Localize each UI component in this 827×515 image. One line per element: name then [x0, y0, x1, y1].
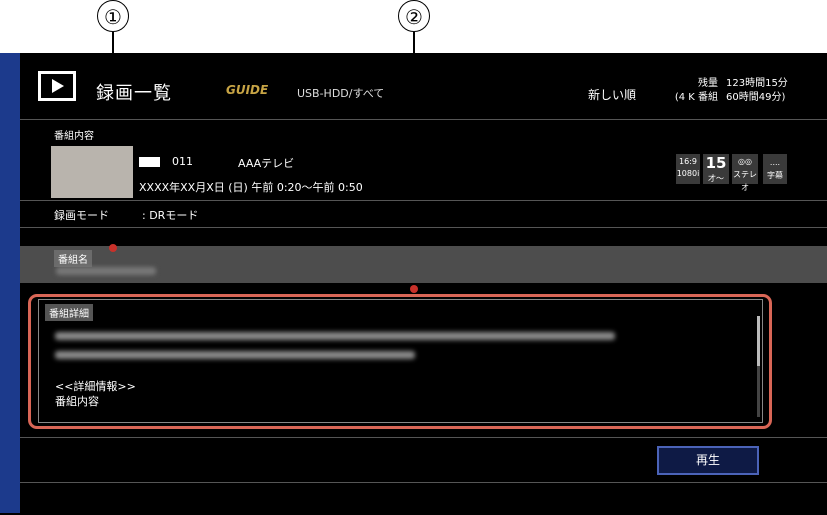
- badge-text: ◎◎: [738, 157, 752, 166]
- program-detail-box[interactable]: 番組詳細 <<詳細情報>> 番組内容: [28, 294, 772, 429]
- side-stripe: [0, 53, 20, 513]
- channel-number: 011: [172, 155, 193, 168]
- badge-text: ステレオ: [733, 170, 757, 192]
- rec-mode-label: 録画モード: [54, 209, 109, 222]
- badge-text: 字幕: [767, 171, 783, 180]
- program-name-label: 番組名: [54, 250, 92, 267]
- remain-label-4k: (4 K 番組: [674, 92, 718, 103]
- detail-blurred-text: [55, 332, 615, 340]
- program-name-blurred: [56, 267, 156, 275]
- remain-label: 残量: [698, 78, 718, 89]
- rec-mode-value: : DRモード: [142, 209, 199, 222]
- divider: [20, 227, 827, 228]
- divider: [20, 482, 827, 483]
- gguide-logo: GUIDE: [226, 83, 269, 97]
- callout-2: ②: [398, 0, 430, 32]
- channel-name: AAAテレビ: [238, 157, 295, 170]
- divider: [20, 200, 827, 201]
- page-title: 録画一覧: [96, 83, 172, 104]
- badge-text: 16:9: [679, 157, 697, 166]
- header: 録画一覧 GUIDE USB-HDD/すべて 新しい順 残量 (4 K 番組 1…: [20, 53, 827, 119]
- remain-labels: 残量 (4 K 番組: [656, 77, 718, 105]
- callout-1: ①: [97, 0, 129, 32]
- program-detail-label: 番組詳細: [45, 304, 93, 321]
- stereo-icon: ◎◎ ステレオ: [732, 154, 758, 192]
- aspect-resolution-icon: 16:9 1080i: [676, 154, 700, 184]
- airtime: XXXX年XX月X日 (日) 午前 0:20〜午前 0:50: [139, 181, 363, 194]
- remain-value-4k: 60時間49分): [726, 92, 786, 103]
- callout-1-dot: [109, 244, 117, 252]
- channel-logo: [139, 157, 160, 167]
- callout-2-dot: [410, 285, 418, 293]
- detail-heading: <<詳細情報>>: [55, 380, 136, 393]
- play-icon: [38, 71, 76, 101]
- badge-text: 15: [705, 154, 727, 172]
- subtitle-icon: .... 字幕: [763, 154, 787, 184]
- program-thumbnail: [51, 146, 133, 198]
- remain-values: 123時間15分 60時間49分): [726, 77, 788, 105]
- badge-text: ....: [769, 158, 781, 167]
- detail-item: 番組内容: [55, 395, 99, 408]
- detail-scrollbar-thumb[interactable]: [757, 316, 760, 366]
- divider: [20, 437, 827, 438]
- program-detail-panel: 番組詳細 <<詳細情報>> 番組内容: [38, 299, 763, 423]
- play-button[interactable]: 再生: [657, 446, 759, 475]
- source-filter: USB-HDD/すべて: [297, 87, 385, 100]
- divider: [20, 119, 827, 120]
- sort-order: 新しい順: [588, 88, 637, 102]
- detail-blurred-text: [55, 351, 415, 359]
- tv-screen: 録画一覧 GUIDE USB-HDD/すべて 新しい順 残量 (4 K 番組 1…: [0, 53, 827, 515]
- program-info-label: 番組内容: [54, 131, 94, 142]
- badge-text: 才〜: [708, 174, 724, 183]
- age-rating-icon: 15 才〜: [703, 154, 729, 184]
- badge-text: 1080i: [676, 169, 700, 178]
- program-name-bar: 番組名: [20, 246, 827, 283]
- remain-value: 123時間15分: [726, 78, 788, 89]
